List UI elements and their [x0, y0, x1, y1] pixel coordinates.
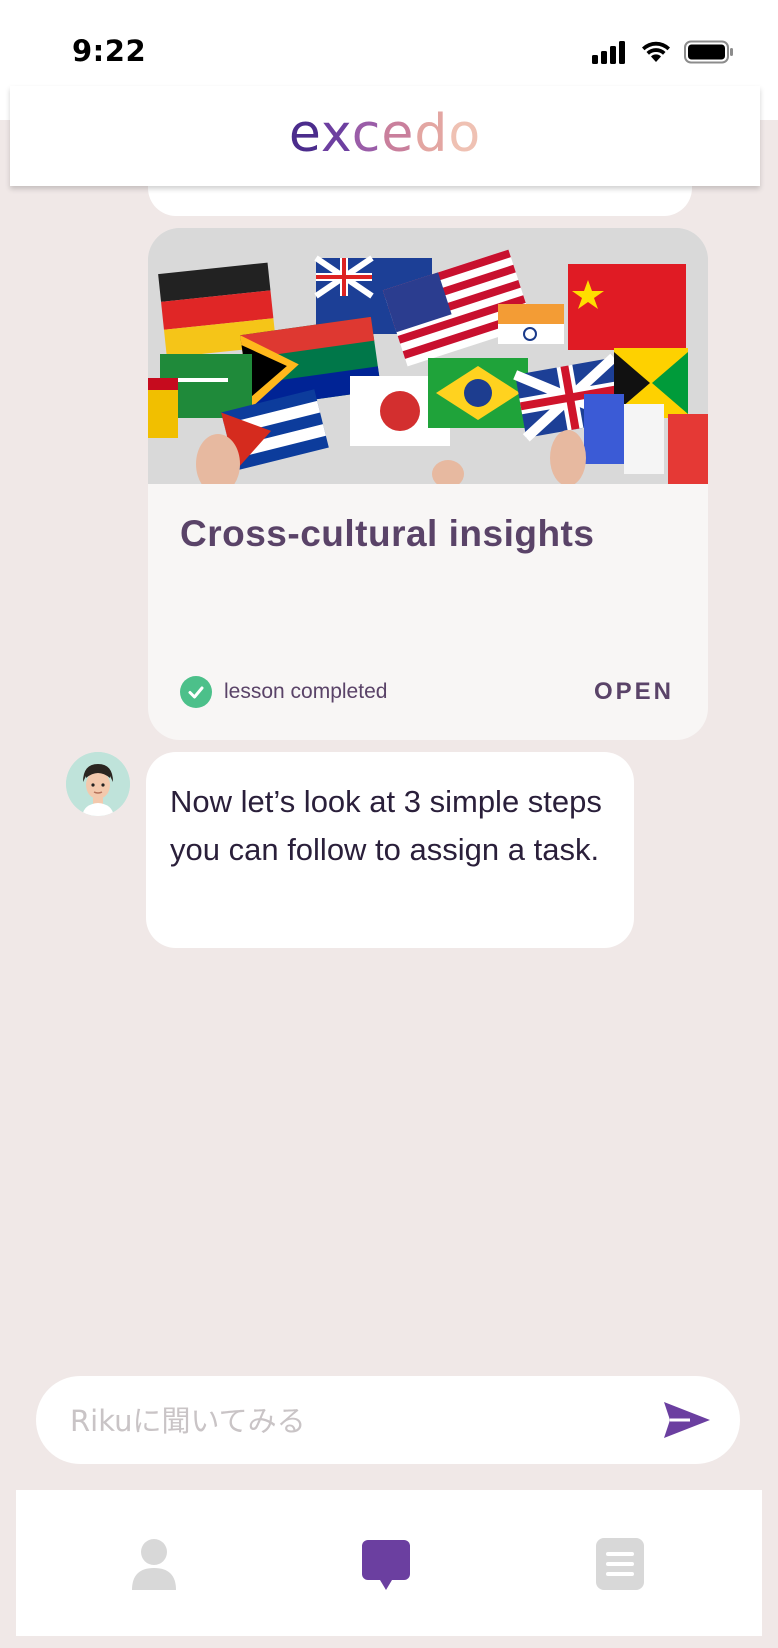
- lesson-status-text: lesson completed: [224, 680, 388, 703]
- flags-image: [148, 228, 708, 484]
- wifi-icon: [642, 41, 670, 62]
- chat-icon: [362, 1540, 410, 1590]
- send-icon: [664, 1402, 710, 1438]
- app-screen: 9:22 excedo Cross-cultural insights less…: [0, 0, 778, 1648]
- chat-input[interactable]: [68, 1396, 632, 1446]
- bot-avatar: [66, 752, 130, 816]
- tab-profile[interactable]: [124, 1534, 184, 1594]
- tab-lessons[interactable]: [590, 1534, 650, 1594]
- chat-input-bar: [36, 1376, 740, 1464]
- status-time: 9:22: [72, 34, 147, 68]
- bottom-edge: [0, 1636, 778, 1648]
- send-button[interactable]: [658, 1396, 714, 1444]
- bot-message-text: Now let’s look at 3 simple steps you can…: [170, 784, 602, 867]
- open-lesson-button[interactable]: OPEN: [594, 678, 674, 706]
- bot-message-bubble: Now let’s look at 3 simple steps you can…: [146, 752, 634, 948]
- tab-chat[interactable]: [356, 1534, 416, 1594]
- bottom-tab-bar: [16, 1490, 762, 1640]
- list-icon: [596, 1538, 644, 1590]
- battery-icon: [684, 40, 733, 64]
- signal-icon: [592, 41, 625, 64]
- check-circle-icon: [180, 676, 212, 708]
- lesson-card[interactable]: Cross-cultural insights lesson completed…: [148, 228, 708, 740]
- lesson-status: lesson completed: [180, 676, 387, 708]
- lesson-title: Cross-cultural insights: [180, 513, 595, 554]
- app-header: excedo: [10, 86, 760, 186]
- status-icons: [592, 40, 734, 64]
- person-icon: [132, 1539, 176, 1590]
- excedo-logo: excedo: [288, 104, 482, 164]
